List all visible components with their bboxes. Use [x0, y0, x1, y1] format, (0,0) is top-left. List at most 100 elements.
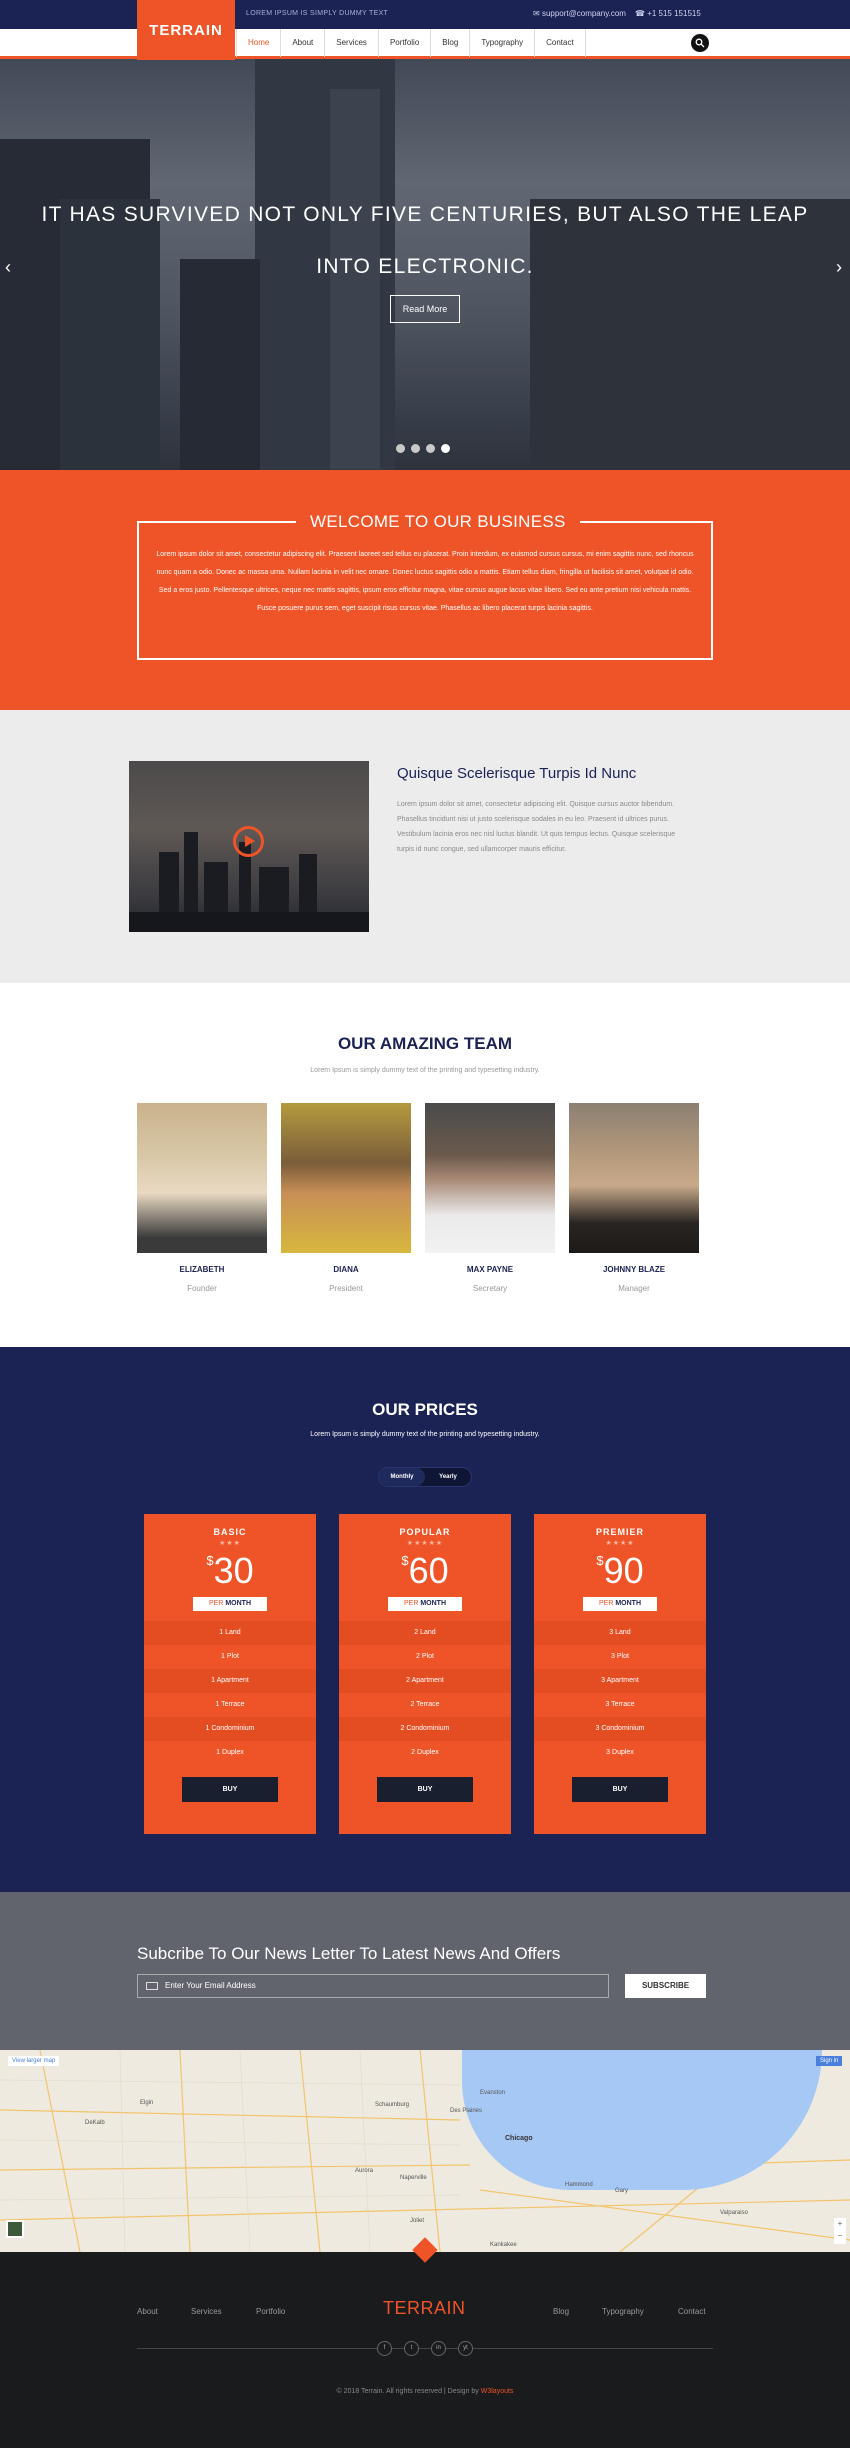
- next-arrow-icon[interactable]: ›: [836, 257, 842, 278]
- twitter-icon[interactable]: t: [404, 2341, 419, 2356]
- per-month: PER MONTH: [388, 1597, 462, 1611]
- email-input[interactable]: Enter Your Email Address: [137, 1974, 609, 1998]
- slider-dot[interactable]: [396, 444, 405, 453]
- play-icon[interactable]: [233, 826, 264, 857]
- welcome-section: WELCOME TO OUR BUSINESS Lorem ipsum dolo…: [0, 470, 850, 710]
- billing-toggle: Monthly Yearly: [378, 1467, 472, 1487]
- designer-link[interactable]: W3layouts: [481, 2388, 514, 2395]
- feature-item: 2 Duplex: [411, 1749, 439, 1756]
- price-card: POPULAR ★★★★★ $60 PER MONTH 2 Land 2 Plo…: [339, 1514, 511, 1834]
- newsletter-section: Subcribe To Our News Letter To Latest Ne…: [0, 1892, 850, 2050]
- satellite-toggle[interactable]: [6, 2220, 24, 2238]
- slider-dot[interactable]: [426, 444, 435, 453]
- map-label: Valparaiso: [720, 2210, 748, 2216]
- prices-title: OUR PRICES: [372, 1400, 478, 1419]
- buy-button[interactable]: BUY: [377, 1777, 473, 1802]
- member-role: President: [329, 1284, 363, 1293]
- map-label: Des Plaines: [450, 2108, 483, 2114]
- buy-button[interactable]: BUY: [572, 1777, 668, 1802]
- nav-portfolio[interactable]: Portfolio: [379, 29, 432, 57]
- nav-services[interactable]: Services: [325, 29, 379, 57]
- plan-price: $60: [339, 1551, 511, 1591]
- logo[interactable]: TERRAIN: [137, 0, 235, 60]
- nav-home[interactable]: Home: [236, 29, 282, 57]
- price-value: 90: [603, 1550, 644, 1591]
- feature-item: 2 Apartment: [339, 1669, 511, 1693]
- slider-dot[interactable]: [411, 444, 420, 453]
- member-photo: [281, 1103, 411, 1253]
- sign-in-button[interactable]: Sign in: [816, 2056, 843, 2066]
- search-button[interactable]: [691, 34, 709, 52]
- star-icons: ★★★★★: [406, 1540, 444, 1547]
- hero-headline: IT HAS SURVIVED NOT ONLY FIVE CENTURIES,…: [41, 203, 809, 278]
- feature-item: 2 Terrace: [410, 1701, 440, 1708]
- footer-link-services[interactable]: Services: [191, 2307, 222, 2316]
- plan-name: POPULAR: [399, 1527, 451, 1537]
- tagline: LOREM IPSUM IS SIMPLY DUMMY TEXT: [246, 10, 389, 17]
- map-label: Hammond: [565, 2182, 593, 2188]
- search-icon: [695, 38, 705, 48]
- member-role: Secretary: [472, 1284, 508, 1293]
- map-label: Gary: [615, 2188, 629, 2194]
- zoom-control[interactable]: + −: [834, 2218, 846, 2244]
- footer-link-typography[interactable]: Typography: [602, 2307, 644, 2316]
- map-label: Aurora: [355, 2168, 374, 2174]
- read-more-button[interactable]: Read More: [390, 295, 460, 323]
- skyline-shape: [159, 852, 179, 912]
- toggle-monthly[interactable]: Monthly: [379, 1468, 425, 1486]
- footer-link-blog[interactable]: Blog: [553, 2307, 569, 2316]
- youtube-icon[interactable]: yt: [458, 2341, 473, 2356]
- per-prefix: PER: [208, 1600, 224, 1607]
- team-member: JOHNNY BLAZE Manager: [569, 1103, 699, 1293]
- footer-link-contact[interactable]: Contact: [678, 2307, 706, 2316]
- buy-button[interactable]: BUY: [182, 1777, 278, 1802]
- currency-symbol: $: [401, 1553, 409, 1568]
- feature-item: 1 Condominium: [144, 1717, 316, 1741]
- email-placeholder: Enter Your Email Address: [165, 1981, 256, 1990]
- copyright: © 2018 Terrain. All rights reserved | De…: [0, 2388, 850, 2395]
- email-contact[interactable]: ✉ support@company.com: [533, 9, 626, 18]
- nav-about[interactable]: About: [281, 29, 326, 57]
- prices-subtitle: Lorem Ipsum is simply dummy text of the …: [310, 1431, 540, 1438]
- member-photo: [569, 1103, 699, 1253]
- prev-arrow-icon[interactable]: ‹: [5, 257, 11, 278]
- price-value: 30: [213, 1550, 254, 1591]
- instagram-icon[interactable]: in: [431, 2341, 446, 2356]
- map-label: Evanston: [480, 2090, 506, 2096]
- member-name: MAX PAYNE: [466, 1265, 514, 1274]
- map-label: Schaumburg: [375, 2102, 410, 2108]
- plan-name: BASIC: [213, 1527, 247, 1537]
- slider-dot-active[interactable]: [441, 444, 450, 453]
- feature-item: 1 Plot: [221, 1653, 239, 1660]
- member-name: ELIZABETH: [179, 1265, 225, 1274]
- footer-logo[interactable]: TERRAIN: [383, 2298, 466, 2319]
- footer-link-about[interactable]: About: [137, 2307, 158, 2316]
- video-thumbnail[interactable]: [129, 761, 369, 932]
- feature-item: 3 Condominium: [534, 1717, 706, 1741]
- member-photo: [137, 1103, 267, 1253]
- nav-contact[interactable]: Contact: [535, 29, 586, 57]
- toggle-yearly[interactable]: Yearly: [425, 1468, 471, 1486]
- page: LOREM IPSUM IS SIMPLY DUMMY TEXT ✉ suppo…: [0, 0, 850, 2448]
- feature-item: 1 Terrace: [215, 1701, 245, 1708]
- currency-symbol: $: [206, 1553, 214, 1568]
- plan-price: $30: [144, 1551, 316, 1591]
- price-card: BASIC ★★★ $30 PER MONTH 1 Land 1 Plot 1 …: [144, 1514, 316, 1834]
- footer: [0, 2252, 850, 2448]
- star-icons: ★★★★: [605, 1540, 635, 1547]
- plan-price: $90: [534, 1551, 706, 1591]
- view-larger-map-link[interactable]: View larger map: [8, 2056, 60, 2066]
- skyline-shape: [259, 867, 289, 912]
- nav-typography[interactable]: Typography: [470, 29, 536, 57]
- feature-item: 3 Plot: [611, 1653, 629, 1660]
- nav-blog[interactable]: Blog: [431, 29, 471, 57]
- footer-link-portfolio[interactable]: Portfolio: [256, 2307, 285, 2316]
- map[interactable]: View larger map Sign in Chicago Elgin Sc…: [0, 2050, 850, 2252]
- team-member: ELIZABETH Founder: [137, 1103, 267, 1293]
- team-title: OUR AMAZING TEAM: [337, 1034, 513, 1053]
- welcome-text: Lorem ipsum dolor sit amet, consectetur …: [156, 551, 694, 612]
- plan-name: PREMIER: [595, 1527, 644, 1537]
- subscribe-button[interactable]: SUBSCRIBE: [625, 1974, 706, 1998]
- facebook-icon[interactable]: f: [377, 2341, 392, 2356]
- main-nav: Home About Services Portfolio Blog Typog…: [236, 29, 586, 57]
